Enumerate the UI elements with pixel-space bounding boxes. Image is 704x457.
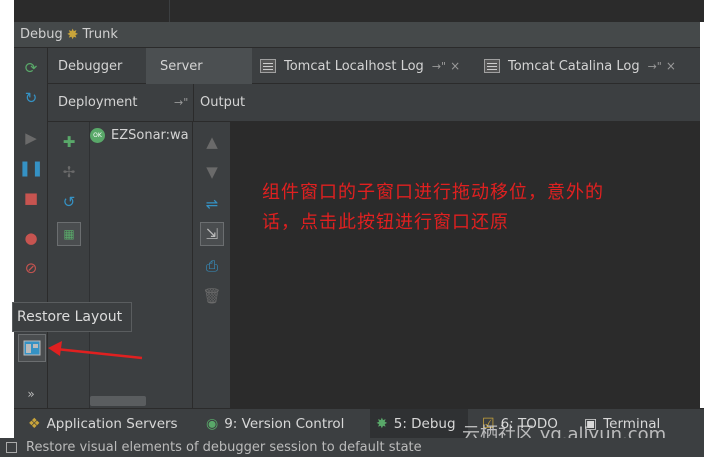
output-title: Output <box>200 95 246 110</box>
log-icon <box>484 59 500 73</box>
status-checkbox[interactable] <box>6 442 17 453</box>
deployment-item-label: EZSonar:wa <box>111 128 189 143</box>
tab-server[interactable]: Server <box>146 48 252 84</box>
tab-label: Debugger <box>58 58 123 74</box>
breakpoints-icon[interactable]: ● <box>21 228 41 248</box>
output-console[interactable] <box>231 122 700 408</box>
tab-debug[interactable]: ✸ 5: Debug <box>370 409 468 439</box>
deployment-toolbar: ✚ ✢ ↺ ▦ <box>48 122 90 408</box>
status-text: Restore visual elements of debugger sess… <box>26 440 422 455</box>
tab-application-servers[interactable]: ❖ Application Servers <box>28 409 178 439</box>
pause-icon[interactable]: ❚❚ <box>18 158 43 178</box>
resume-icon[interactable]: ▶ <box>21 128 41 148</box>
close-icon[interactable]: × <box>450 59 460 73</box>
restore-layout-button[interactable] <box>18 334 46 362</box>
vcs-icon: ◉ <box>206 416 219 432</box>
status-bar: Restore visual elements of debugger sess… <box>0 438 704 457</box>
tab-label: Tomcat Localhost Log <box>284 58 424 74</box>
bottom-tab-label: 5: Debug <box>393 416 456 432</box>
more-icon[interactable]: » <box>21 384 41 404</box>
left-margin <box>0 0 14 438</box>
scroll-to-end-icon[interactable]: ⇲ <box>200 222 224 246</box>
tab-version-control[interactable]: ◉ 9: Version Control <box>206 409 344 439</box>
deployment-title: Deployment <box>58 95 138 110</box>
server-icon: ❖ <box>28 416 41 432</box>
restore-layout-tooltip: Restore Layout <box>12 302 132 332</box>
bug-icon: ✸ <box>376 416 388 432</box>
artifacts-icon[interactable]: ▦ <box>57 222 81 246</box>
output-toolbar: ▲ ▼ ⇌ ⇲ ⎙ 🗑 <box>193 122 231 408</box>
pin-icon[interactable]: →" <box>648 60 662 73</box>
undeploy-icon[interactable]: ✢ <box>57 160 81 184</box>
redeploy-icon[interactable]: ↺ <box>57 190 81 214</box>
refresh-icon[interactable]: ↻ <box>21 88 41 108</box>
log-icon <box>260 59 276 73</box>
layout-icon <box>23 340 41 356</box>
trash-icon[interactable]: 🗑 <box>200 284 224 308</box>
editor-strip <box>14 0 704 22</box>
tab-label: Server <box>160 58 203 74</box>
pin-icon[interactable]: →" <box>174 96 188 109</box>
annotation-line: 话，点击此按钮进行窗口还原 <box>262 212 509 233</box>
title-prefix: Debug <box>20 27 63 42</box>
tab-label: Tomcat Catalina Log <box>508 58 640 74</box>
deployment-scrollbar[interactable] <box>90 396 146 406</box>
pin-icon[interactable]: →" <box>432 60 446 73</box>
debug-tab-row: Debugger Server Tomcat Localhost Log →" … <box>48 48 700 84</box>
scroll-up-icon[interactable]: ▲ <box>200 130 224 154</box>
tab-tomcat-catalina-log[interactable]: Tomcat Catalina Log →" × <box>484 48 676 84</box>
ok-badge-icon: OK <box>90 128 105 143</box>
print-icon[interactable]: ⎙ <box>200 254 224 278</box>
bottom-tab-label: 9: Version Control <box>224 416 345 432</box>
debug-title-bar: Debug ✸ Trunk <box>14 22 700 48</box>
soft-wrap-icon[interactable]: ⇌ <box>200 192 224 216</box>
stop-icon[interactable]: ■ <box>21 188 41 208</box>
deployment-item[interactable]: OK EZSonar:wa <box>90 128 189 143</box>
deploy-icon[interactable]: ✚ <box>57 130 81 154</box>
window-title: Trunk <box>82 27 118 42</box>
pointer-arrow <box>48 341 143 360</box>
tab-debugger[interactable]: Debugger <box>58 48 122 84</box>
annotation-text: 组件窗口的子窗口进行拖动移位，意外的 话，点击此按钮进行窗口还原 <box>262 178 692 238</box>
bug-icon: ✸ <box>66 26 79 43</box>
bottom-tab-label: Application Servers <box>46 416 178 432</box>
rerun-icon[interactable]: ⟳ <box>21 58 41 78</box>
mute-breakpoints-icon[interactable]: ⊘ <box>21 258 41 278</box>
close-icon[interactable]: × <box>666 59 676 73</box>
tab-tomcat-localhost-log[interactable]: Tomcat Localhost Log →" × <box>260 48 460 84</box>
annotation-line: 组件窗口的子窗口进行拖动移位，意外的 <box>262 182 604 203</box>
panel-headers: Deployment →" Output <box>48 84 700 122</box>
scroll-down-icon[interactable]: ▼ <box>200 160 224 184</box>
